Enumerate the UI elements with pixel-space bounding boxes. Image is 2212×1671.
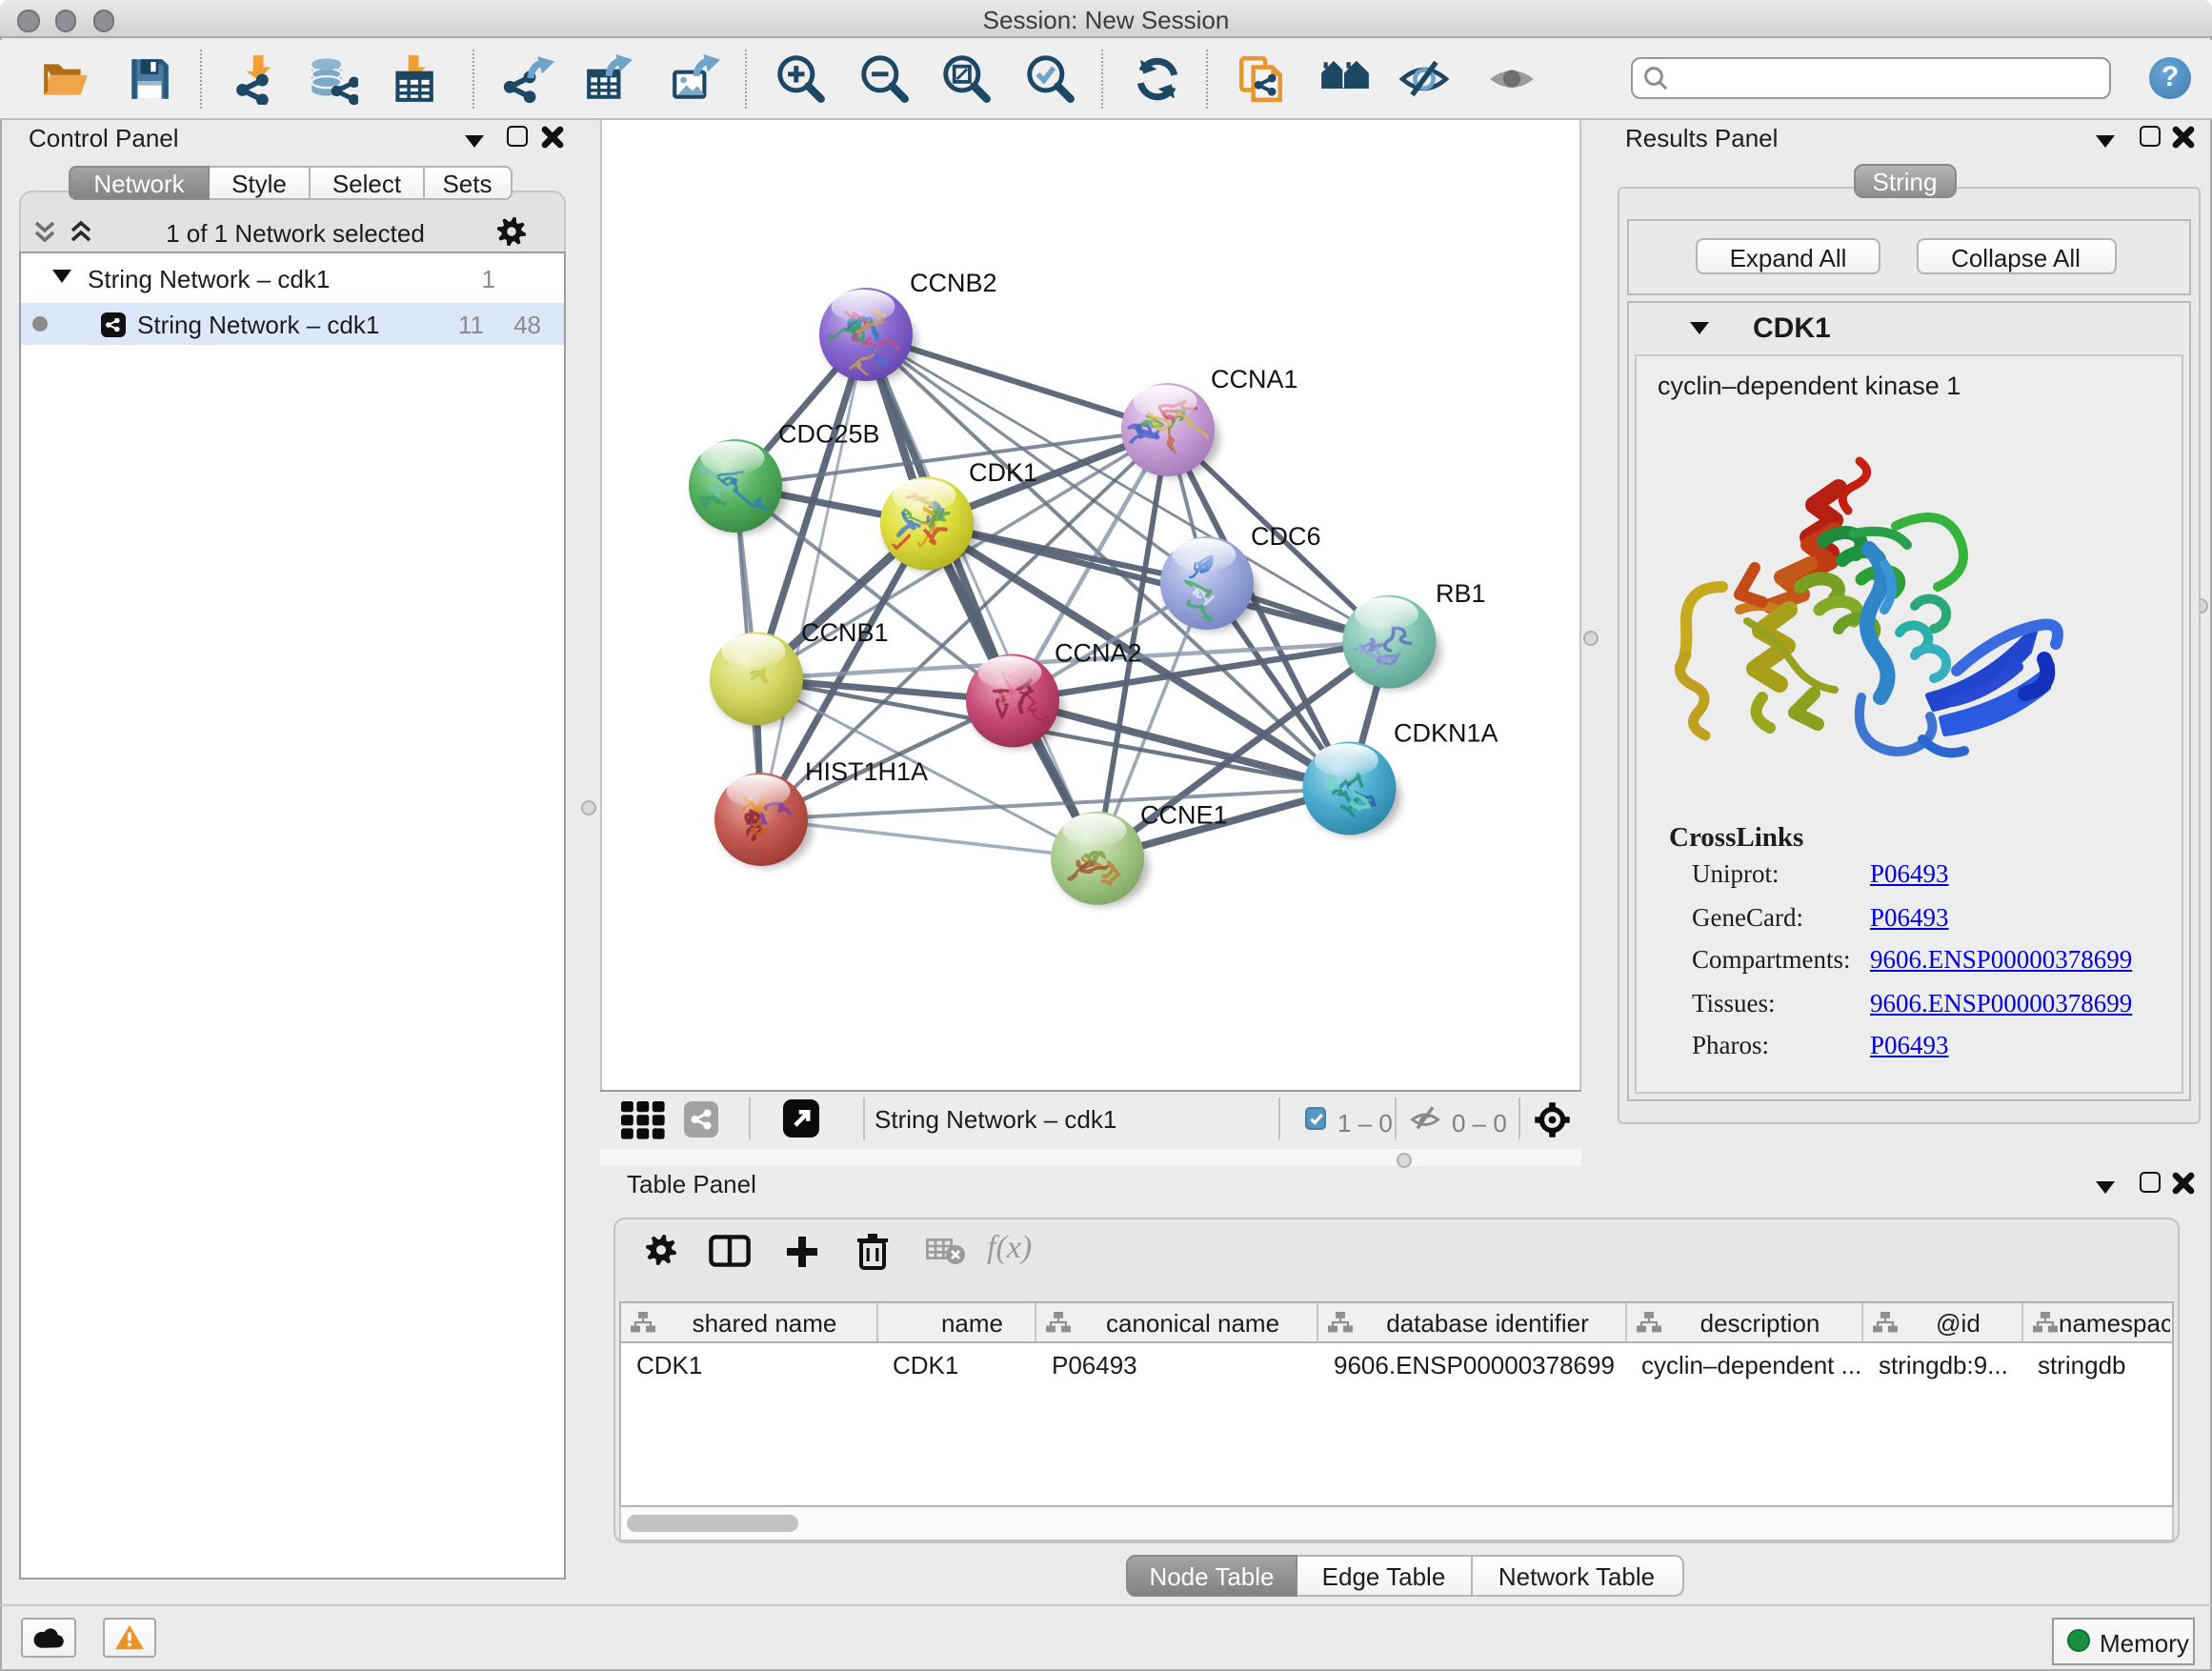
- svg-text:CDK1: CDK1: [968, 458, 1036, 487]
- svg-text:CDC6: CDC6: [1250, 522, 1320, 551]
- svg-text:CCNB1: CCNB1: [800, 618, 888, 647]
- svg-text:CDC25B: CDC25B: [777, 420, 879, 449]
- svg-text:CCNA2: CCNA2: [1054, 639, 1141, 668]
- svg-text:RB1: RB1: [1435, 579, 1485, 608]
- svg-text:HIST1H1A: HIST1H1A: [804, 757, 927, 786]
- svg-text:CDKN1A: CDKN1A: [1393, 718, 1498, 747]
- svg-text:CCNB2: CCNB2: [909, 269, 996, 297]
- svg-text:CCNA1: CCNA1: [1210, 365, 1297, 393]
- svg-text:CCNE1: CCNE1: [1139, 801, 1227, 830]
